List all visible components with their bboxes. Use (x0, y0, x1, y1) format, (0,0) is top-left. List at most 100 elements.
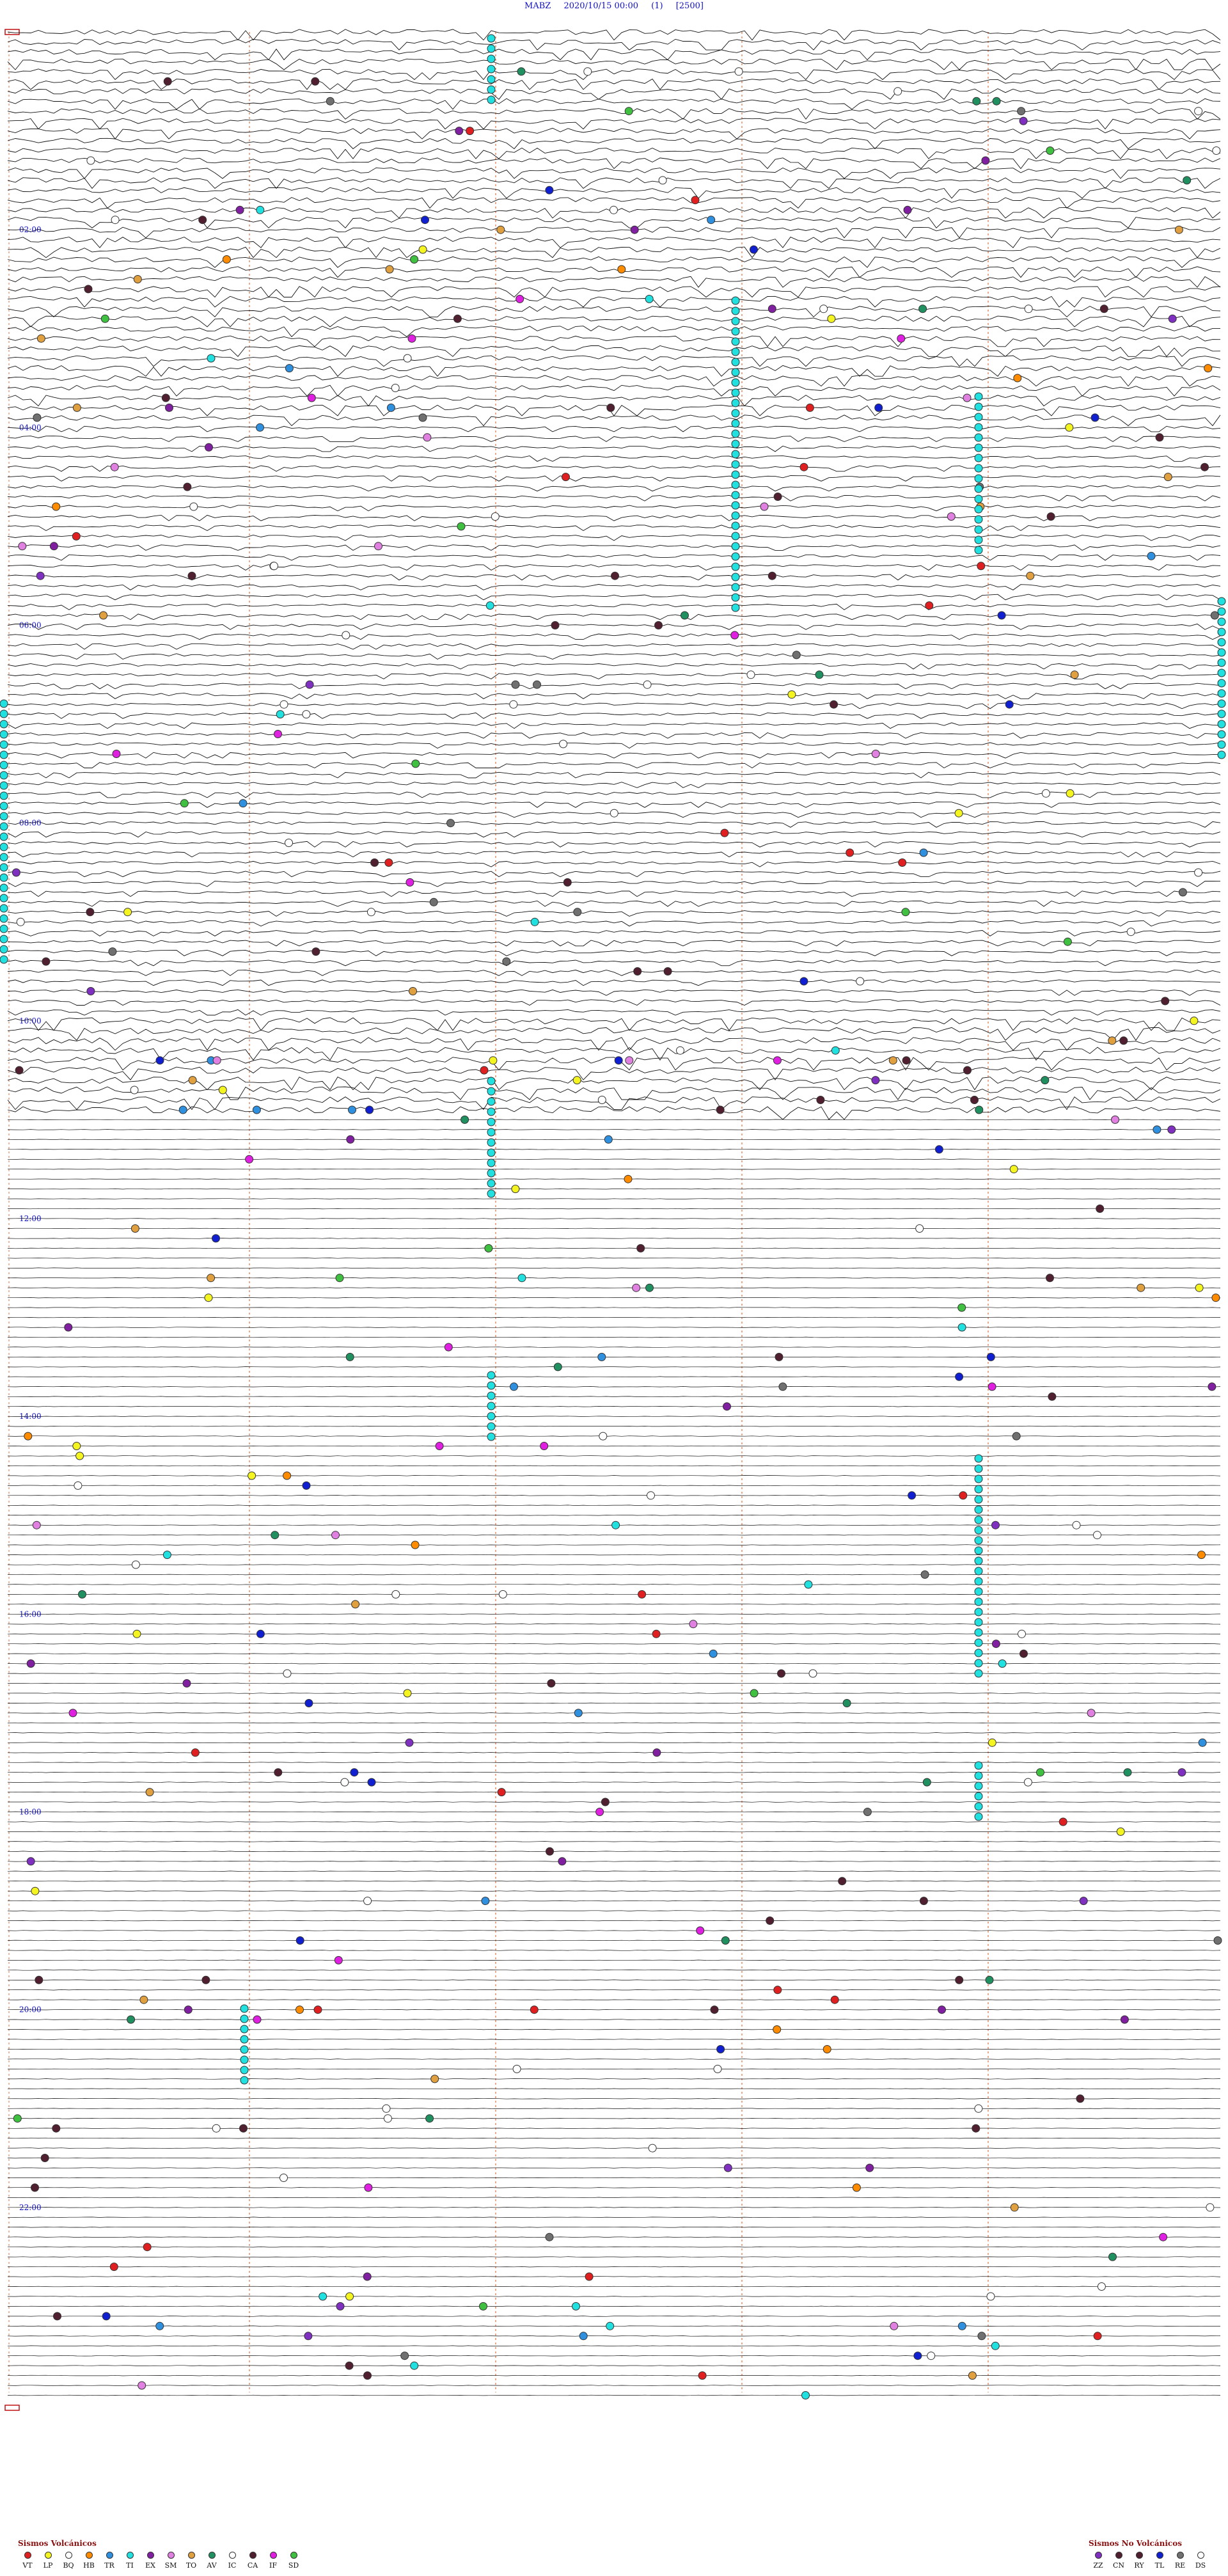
event-marker (1013, 374, 1022, 383)
volcanic-legend-item-ic: IC (223, 2552, 242, 2570)
event-marker (1108, 2252, 1117, 2261)
event-marker (32, 1521, 41, 1529)
volcanic-legend-swatch (187, 2552, 195, 2559)
tremor-marker (974, 484, 983, 493)
seismogram-trace (7, 147, 1221, 159)
event-marker (647, 1491, 655, 1500)
seismogram-trace (8, 2207, 1221, 2208)
event-marker (374, 542, 382, 551)
volcanic-legend-item-if: IF (264, 2552, 283, 2570)
tremor-marker (1217, 668, 1226, 677)
seismogram-trace (7, 910, 1221, 917)
event-marker (385, 265, 394, 274)
event-marker (804, 1580, 813, 1589)
hour-label: 02:00 (19, 225, 42, 234)
seismogram-trace (7, 237, 1221, 248)
event-marker (367, 1778, 376, 1787)
event-marker (283, 1669, 292, 1678)
event-marker (1190, 1016, 1199, 1025)
tremor-marker (974, 505, 983, 514)
event-marker (601, 1798, 610, 1806)
volcanic-legend-swatch (126, 2552, 134, 2559)
tremor-marker (731, 532, 740, 541)
seismogram-trace (7, 78, 1221, 90)
event-marker (767, 304, 776, 313)
nonvolcanic-legend-code: ZZ (1093, 2561, 1103, 2570)
event-marker (572, 2302, 580, 2311)
seismogram-trace (7, 2394, 1221, 2396)
tremor-marker (487, 1158, 496, 1167)
tremor-marker (731, 378, 740, 387)
event-marker (760, 502, 769, 511)
seismogram-trace (7, 38, 1221, 51)
tremor-marker (1217, 658, 1226, 667)
tremor-marker (974, 1454, 983, 1463)
event-marker (716, 2045, 725, 2053)
event-marker (721, 1936, 730, 1945)
event-marker (897, 334, 906, 343)
tremor-marker (487, 1189, 496, 1198)
event-marker (773, 493, 782, 501)
event-marker (457, 522, 466, 531)
event-marker (638, 1590, 647, 1599)
event-marker (364, 2183, 373, 2192)
event-marker (1210, 611, 1219, 620)
tremor-marker (974, 433, 983, 442)
event-marker (624, 107, 633, 116)
seismogram-trace (7, 782, 1221, 788)
event-marker (1018, 1629, 1026, 1638)
event-marker (295, 2005, 304, 2014)
event-marker (256, 205, 265, 214)
seismogram-trace (7, 1900, 1221, 1902)
start-frame-marker (4, 29, 20, 35)
event-marker (155, 2321, 164, 2330)
event-marker (366, 908, 375, 917)
event-marker (654, 621, 663, 629)
event-marker (617, 265, 626, 274)
event-marker (865, 2163, 874, 2172)
tremor-marker (731, 337, 740, 346)
seismogram-trace (7, 365, 1221, 377)
nonvolcanic-legend-code: RE (1174, 2561, 1186, 2570)
tremor-marker (487, 1422, 496, 1431)
tremor-marker (487, 34, 496, 43)
seismogram-trace (7, 1047, 1221, 1061)
event-marker (391, 384, 400, 392)
event-marker (86, 987, 95, 995)
event-marker (304, 1699, 313, 1707)
tremor-marker (1217, 597, 1226, 606)
event-marker (630, 225, 639, 234)
hour-label: 10:00 (19, 1016, 42, 1025)
seismogram-trace (7, 930, 1221, 936)
tremor-marker (974, 546, 983, 555)
event-marker (271, 1531, 279, 1540)
event-marker (530, 917, 539, 926)
event-marker (991, 1521, 1000, 1529)
tremor-marker (487, 1148, 496, 1157)
volcanic-legend-swatch (269, 2552, 277, 2559)
seismogram-trace (7, 2039, 1221, 2040)
event-marker (766, 1916, 775, 1925)
tremor-marker (487, 1432, 496, 1441)
seismogram-trace (7, 1870, 1221, 1872)
tremor-marker (487, 1107, 496, 1116)
event-marker (481, 1897, 490, 1906)
event-marker (161, 393, 170, 402)
seismogram-trace (7, 375, 1221, 387)
event-marker (799, 462, 808, 471)
seismogram-trace (8, 2078, 1221, 2080)
event-marker (819, 304, 828, 313)
event-marker (411, 759, 420, 768)
tremor-marker (974, 1556, 983, 1565)
seismogram-trace (7, 663, 1221, 670)
tremor-marker (487, 1381, 496, 1390)
event-marker (108, 947, 117, 956)
seismogram-trace (7, 187, 1221, 199)
volcanic-legend-code: LP (43, 2561, 53, 2570)
seismogram-trace (7, 1693, 1221, 1694)
event-marker (418, 245, 427, 254)
nonvolcanic-legend-item-cn: CN (1109, 2552, 1128, 2570)
seismogram-trace (7, 544, 1221, 551)
event-marker (988, 1382, 996, 1391)
seismogram-trace (7, 276, 1221, 288)
